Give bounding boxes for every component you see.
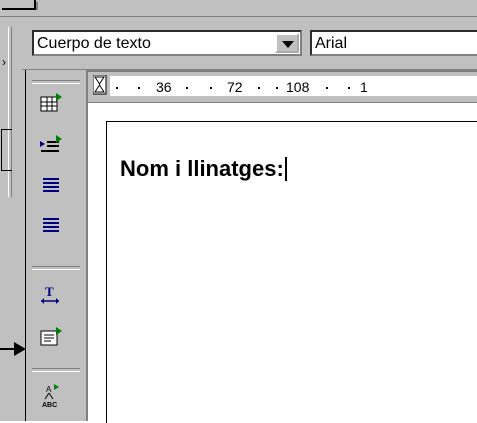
font-name-select[interactable]: Arial: [310, 30, 477, 56]
document-area[interactable]: 36 72 108 1 Nom i llinatges:: [86, 70, 477, 423]
ruler-tick: [138, 87, 140, 89]
toolbar-top-separator: [32, 80, 80, 84]
chevron-right-icon[interactable]: ›: [2, 55, 6, 69]
justify-icon: [43, 218, 59, 232]
left-dock-edge: ›: [0, 17, 22, 421]
ruler-label: 1: [360, 79, 368, 95]
ruler-tick: [348, 87, 350, 89]
main-vertical-toolbar: T A ABC: [25, 70, 88, 421]
format-toolbar: Cuerpo de texto Arial: [0, 17, 477, 70]
paragraph-style-select[interactable]: Cuerpo de texto: [32, 30, 302, 56]
ruler-tick: [326, 87, 328, 89]
page-left-margin: [88, 103, 107, 423]
svg-text:A: A: [46, 385, 52, 394]
toolbar-separator-2: [32, 368, 80, 372]
tab-stop-icon[interactable]: [93, 75, 107, 95]
ruler-label: 72: [227, 79, 243, 95]
spellcheck-button[interactable]: A ABC: [39, 382, 63, 408]
paragraph-style-dropdown-button[interactable]: [275, 33, 299, 53]
ruler-tick: [276, 87, 278, 89]
page-top-margin: [106, 103, 477, 122]
align-icon: [43, 178, 59, 192]
text-direction-button[interactable]: T: [39, 284, 63, 306]
ruler-tick: [258, 87, 260, 89]
insert-list-icon: [40, 135, 62, 152]
chevron-down-icon: [282, 41, 294, 48]
ruler-tick: [186, 87, 188, 89]
ruler-tick: [210, 87, 212, 89]
insert-field-icon: [40, 327, 62, 346]
dock-bracket: [1, 129, 12, 171]
align-button[interactable]: [39, 174, 63, 196]
font-name-value: Arial: [315, 35, 348, 52]
insert-table-icon: [40, 93, 62, 112]
svg-text:T: T: [45, 284, 54, 299]
svg-text:ABC: ABC: [42, 402, 57, 408]
toolbar-separator: [32, 266, 80, 270]
horizontal-ruler[interactable]: 36 72 108 1: [88, 72, 477, 103]
ruler-label: 36: [156, 79, 172, 95]
text-direction-icon: T: [41, 284, 59, 304]
text-cursor: [284, 157, 287, 181]
document-text[interactable]: Nom i llinatges:: [120, 156, 287, 182]
ruler-scale: 36 72 108 1: [110, 76, 477, 96]
paragraph-style-value: Cuerpo de texto: [37, 35, 151, 52]
toolbar-tab: [2, 0, 36, 10]
callout-arrow-head: [14, 342, 26, 356]
justify-button[interactable]: [39, 214, 63, 236]
insert-list-button[interactable]: [39, 134, 63, 156]
spellcheck-icon: A ABC: [42, 384, 59, 408]
callout-arrow-icon: [0, 342, 30, 356]
insert-table-button[interactable]: [39, 92, 63, 114]
insert-field-button[interactable]: [39, 326, 63, 348]
ruler-label: 108: [286, 79, 310, 95]
top-toolbar-edge: [0, 0, 477, 17]
ruler-tick: [116, 87, 118, 89]
document-text-content: Nom i llinatges:: [120, 156, 284, 181]
toolbar-divider: [36, 2, 38, 10]
app-window: Cuerpo de texto Arial › T A ABC 36 72 10…: [0, 0, 477, 423]
